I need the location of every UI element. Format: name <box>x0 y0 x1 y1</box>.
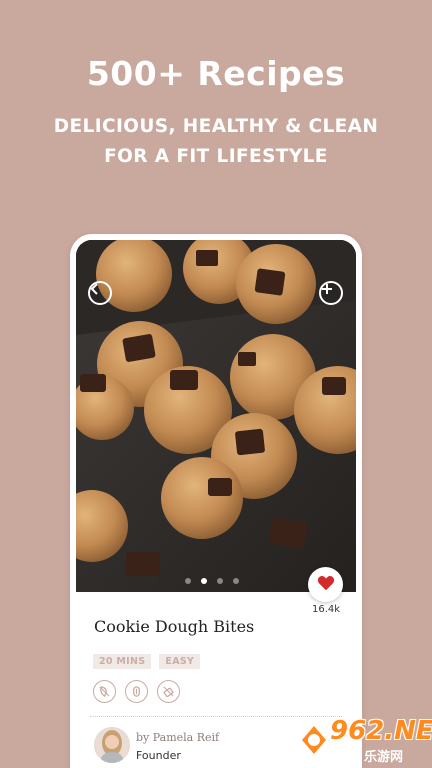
difficulty-tag: EASY <box>159 654 201 669</box>
author-avatar <box>94 727 130 763</box>
heart-icon <box>317 575 335 595</box>
author-name: by Pamela Reif <box>136 731 220 744</box>
recipe-hero-image[interactable] <box>76 240 356 592</box>
carousel-dot-active[interactable] <box>201 578 207 584</box>
site-watermark-logo: 962.NET 乐游网 <box>294 714 432 766</box>
carousel-indicator <box>185 578 239 584</box>
duration-tag: 20 MINS <box>93 654 152 669</box>
sugar-free-icon[interactable] <box>157 680 180 703</box>
watermark-subtitle: 乐游网 <box>364 750 404 765</box>
back-button[interactable] <box>88 281 112 305</box>
subheadline-line-2: FOR A FIT LIFESTYLE <box>104 146 328 167</box>
carousel-dot[interactable] <box>185 578 191 584</box>
phone-screen: 16.4k Cookie Dough Bites 20 MINS EASY by… <box>76 240 356 768</box>
author-role: Founder <box>136 749 181 762</box>
like-count: 16.4k <box>311 604 341 615</box>
gluten-free-icon[interactable] <box>125 680 148 703</box>
recipe-title: Cookie Dough Bites <box>94 617 255 636</box>
recipe-tags: 20 MINS EASY <box>93 654 201 669</box>
subheadline-line-1: DELICIOUS, HEALTHY & CLEAN <box>53 116 379 137</box>
like-button[interactable] <box>308 567 343 602</box>
headline: 500+ Recipes <box>86 54 346 93</box>
phone-mockup: 16.4k Cookie Dough Bites 20 MINS EASY by… <box>70 234 362 768</box>
carousel-dot[interactable] <box>233 578 239 584</box>
dietary-properties <box>93 680 180 703</box>
vegan-icon[interactable] <box>93 680 116 703</box>
watermark-number: 962.NET <box>330 716 432 746</box>
add-button[interactable] <box>319 281 343 305</box>
carousel-dot[interactable] <box>217 578 223 584</box>
cookie-dough-bites-photo <box>76 240 356 592</box>
